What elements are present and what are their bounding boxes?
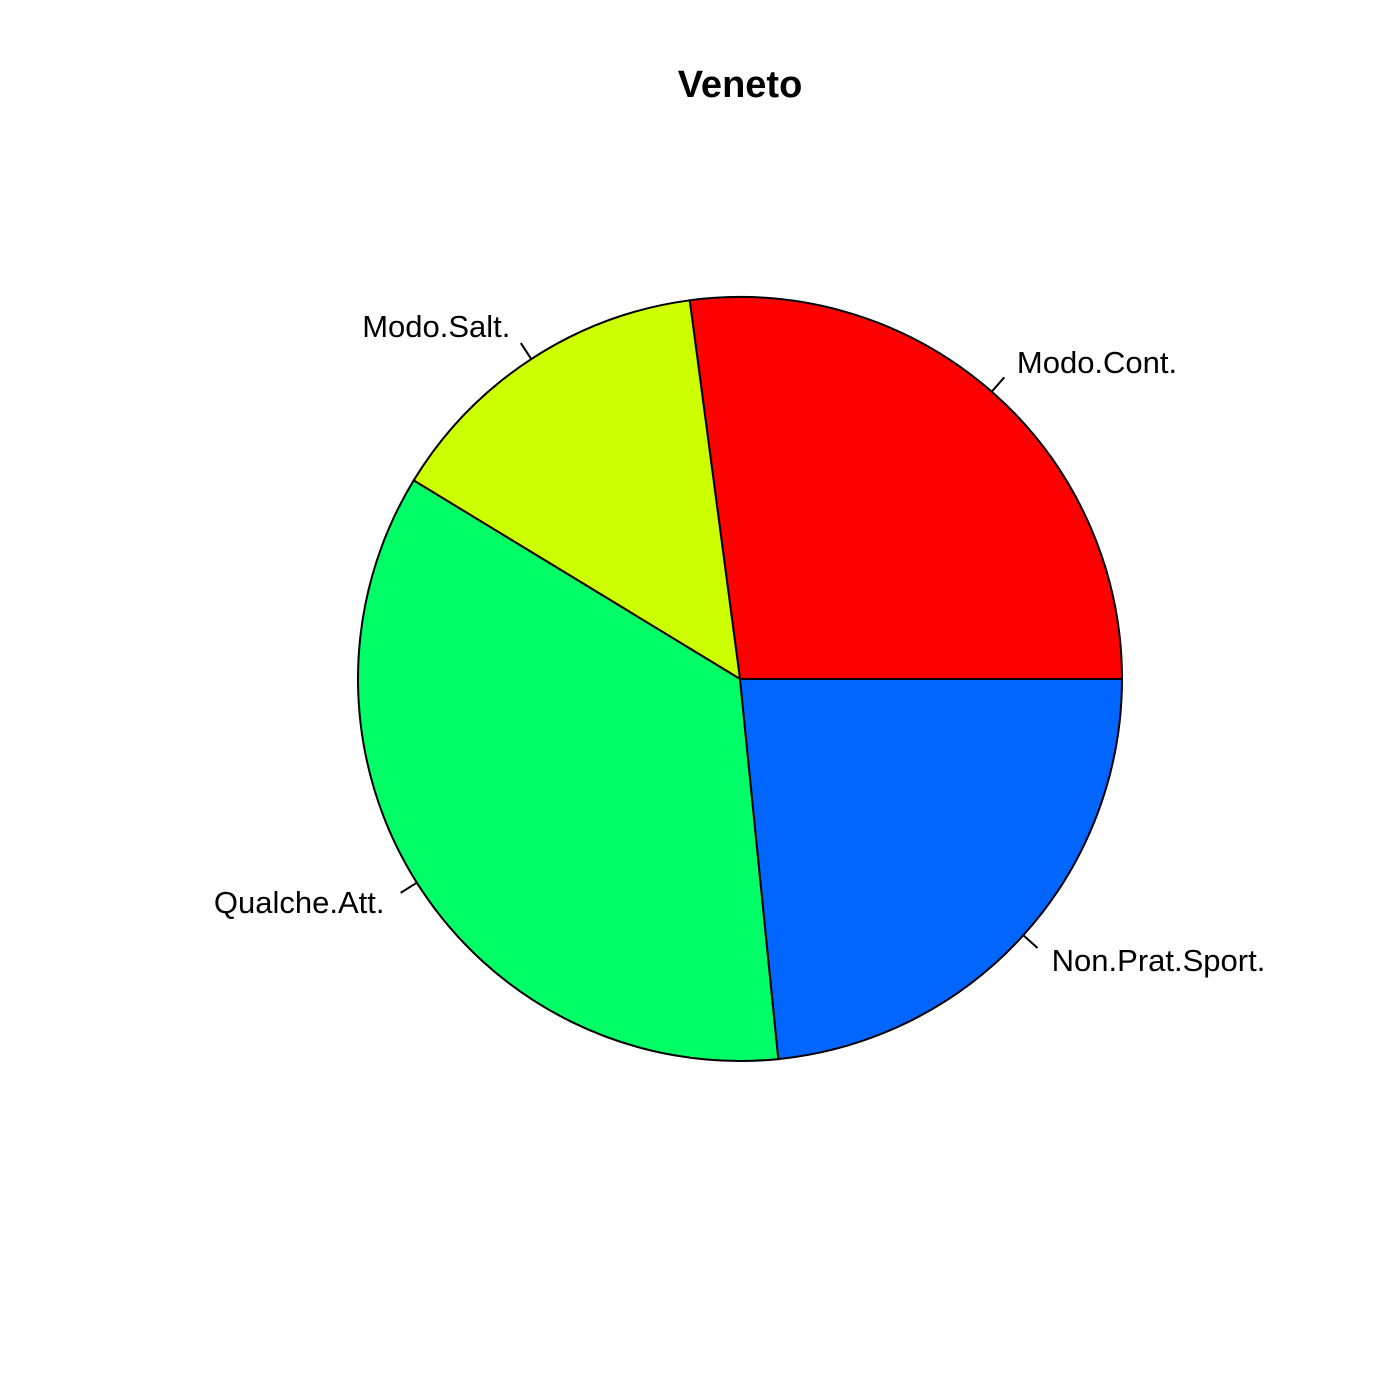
label-tick — [400, 881, 418, 894]
pie-chart: Veneto Modo.Cont. Modo.Salt. Qualche.Att. N… — [0, 0, 1400, 1400]
pie-chart-svg: Veneto Modo.Cont. Modo.Salt. Qualche.Att. N… — [214, 64, 1266, 1062]
label-tick — [1022, 934, 1039, 949]
chart-title: Veneto — [678, 64, 803, 106]
slice-label: Qualche.Att. — [214, 885, 385, 920]
slice-label: Non.Prat.Sport. — [1052, 943, 1266, 978]
label-tick — [990, 376, 1006, 393]
pie-slice-non-prat-sport — [738, 678, 1124, 1061]
slice-label: Modo.Cont. — [1017, 345, 1177, 380]
slice-label: Modo.Salt. — [362, 309, 510, 344]
pie-slices — [357, 296, 1124, 1062]
label-tick — [520, 342, 533, 360]
